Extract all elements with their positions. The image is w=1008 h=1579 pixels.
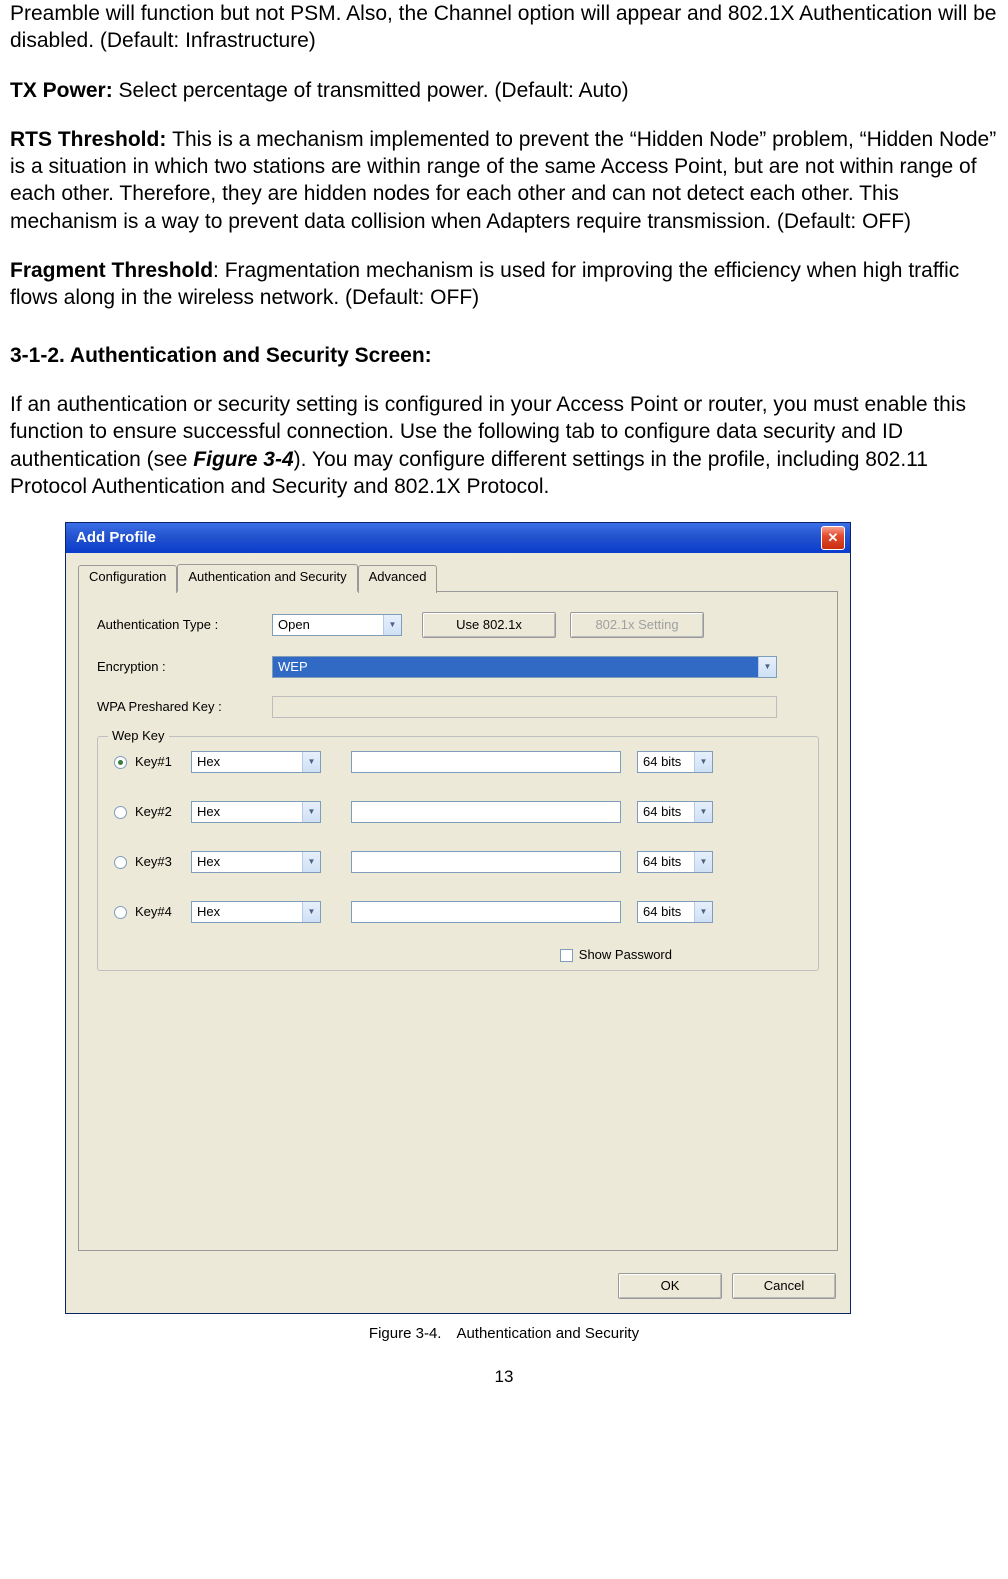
cancel-button[interactable]: Cancel [732, 1273, 836, 1299]
show-password-label: Show Password [579, 947, 672, 964]
wep-key-row-3: Key#3 Hex ▼ 64 bits ▼ [114, 851, 802, 873]
wep-key3-radio[interactable] [114, 856, 127, 869]
encryption-value: WEP [278, 659, 308, 676]
wep-key1-bits-select[interactable]: 64 bits ▼ [637, 751, 713, 773]
section-heading: 3-1-2. Authentication and Security Scree… [10, 342, 998, 369]
row-wpa-psk: WPA Preshared Key : [97, 696, 819, 718]
chevron-down-icon: ▼ [302, 852, 320, 872]
wep-key1-radio[interactable] [114, 756, 127, 769]
wep-key1-input[interactable] [351, 751, 621, 773]
paragraph: TX Power: Select percentage of transmitt… [10, 77, 998, 104]
wep-key2-input[interactable] [351, 801, 621, 823]
wep-key-row-2: Key#2 Hex ▼ 64 bits ▼ [114, 801, 802, 823]
paragraph: If an authentication or security setting… [10, 391, 998, 500]
figure-caption: Figure 3-4. Authentication and Security [10, 1324, 998, 1344]
ok-button[interactable]: OK [618, 1273, 722, 1299]
select-value: Hex [197, 854, 220, 871]
wep-key4-label: Key#4 [135, 904, 191, 921]
titlebar[interactable]: Add Profile ✕ [66, 523, 850, 553]
wpa-psk-input [272, 696, 777, 718]
wep-key-group: Wep Key Key#1 Hex ▼ 64 bits ▼ [97, 736, 819, 971]
dialog-body: Configuration Authentication and Securit… [66, 553, 850, 1263]
dialog-figure: Add Profile ✕ Configuration Authenticati… [65, 522, 851, 1314]
wep-key4-input[interactable] [351, 901, 621, 923]
wep-key2-radio[interactable] [114, 806, 127, 819]
select-value: Hex [197, 904, 220, 921]
paragraph: RTS Threshold: This is a mechanism imple… [10, 126, 998, 235]
tab-authentication-and-security[interactable]: Authentication and Security [177, 564, 357, 592]
chevron-down-icon: ▼ [694, 852, 712, 872]
wpa-psk-label: WPA Preshared Key : [97, 699, 272, 716]
chevron-down-icon: ▼ [302, 902, 320, 922]
select-value: 64 bits [643, 754, 681, 771]
auth-type-label: Authentication Type : [97, 617, 272, 634]
wep-key4-format-select[interactable]: Hex ▼ [191, 901, 321, 923]
wep-key2-label: Key#2 [135, 804, 191, 821]
paragraph: Preamble will function but not PSM. Also… [10, 0, 998, 55]
select-value: 64 bits [643, 854, 681, 871]
chevron-down-icon: ▼ [694, 802, 712, 822]
wep-key4-bits-select[interactable]: 64 bits ▼ [637, 901, 713, 923]
text: Select percentage of transmitted power. … [119, 79, 629, 102]
auth-type-value: Open [278, 617, 310, 634]
auth-type-select[interactable]: Open ▼ [272, 614, 402, 636]
wep-key1-label: Key#1 [135, 754, 191, 771]
chevron-down-icon: ▼ [302, 752, 320, 772]
wep-key3-label: Key#3 [135, 854, 191, 871]
tab-row: Configuration Authentication and Securit… [78, 563, 838, 592]
wep-key-legend: Wep Key [108, 728, 169, 745]
select-value: Hex [197, 804, 220, 821]
select-value: 64 bits [643, 804, 681, 821]
label-rts-threshold: RTS Threshold: [10, 128, 172, 151]
row-encryption: Encryption : WEP ▼ [97, 656, 819, 678]
chevron-down-icon: ▼ [694, 902, 712, 922]
close-icon[interactable]: ✕ [821, 526, 845, 550]
encryption-label: Encryption : [97, 659, 272, 676]
tab-configuration[interactable]: Configuration [78, 565, 177, 593]
wep-key3-format-select[interactable]: Hex ▼ [191, 851, 321, 873]
label-tx-power: TX Power: [10, 79, 119, 102]
window-title: Add Profile [76, 528, 156, 548]
wep-key3-bits-select[interactable]: 64 bits ▼ [637, 851, 713, 873]
wep-key2-bits-select[interactable]: 64 bits ▼ [637, 801, 713, 823]
wep-key1-format-select[interactable]: Hex ▼ [191, 751, 321, 773]
8021x-setting-button: 802.1x Setting [570, 612, 704, 638]
wep-key3-input[interactable] [351, 851, 621, 873]
chevron-down-icon: ▼ [383, 615, 401, 635]
label-fragment-threshold: Fragment Threshold [10, 259, 213, 282]
add-profile-dialog: Add Profile ✕ Configuration Authenticati… [65, 522, 851, 1314]
tab-panel: Authentication Type : Open ▼ Use 802.1x … [78, 592, 838, 1251]
wep-key-row-4: Key#4 Hex ▼ 64 bits ▼ [114, 901, 802, 923]
select-value: Hex [197, 754, 220, 771]
chevron-down-icon: ▼ [302, 802, 320, 822]
page-number: 13 [10, 1366, 998, 1388]
paragraph: Fragment Threshold: Fragmentation mechan… [10, 257, 998, 312]
chevron-down-icon: ▼ [694, 752, 712, 772]
show-password-checkbox[interactable] [560, 949, 573, 962]
dialog-footer: OK Cancel [66, 1263, 850, 1313]
chevron-down-icon: ▼ [758, 657, 776, 677]
wep-key4-radio[interactable] [114, 906, 127, 919]
select-value: 64 bits [643, 904, 681, 921]
tab-advanced[interactable]: Advanced [358, 565, 438, 593]
show-password-row: Show Password [114, 947, 672, 964]
figure-reference: Figure 3-4 [193, 448, 293, 471]
encryption-select[interactable]: WEP ▼ [272, 656, 777, 678]
use-8021x-button[interactable]: Use 802.1x [422, 612, 556, 638]
wep-key-row-1: Key#1 Hex ▼ 64 bits ▼ [114, 751, 802, 773]
wep-key2-format-select[interactable]: Hex ▼ [191, 801, 321, 823]
row-auth-type: Authentication Type : Open ▼ Use 802.1x … [97, 612, 819, 638]
